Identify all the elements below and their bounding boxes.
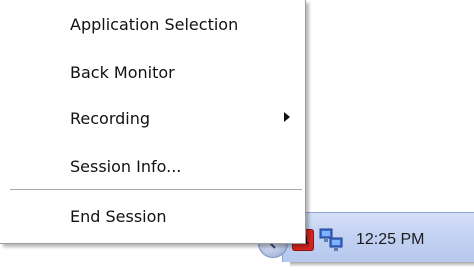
menu-item-end-session[interactable]: End Session [0,198,304,234]
menu-item-recording[interactable]: Recording [0,100,304,136]
tray-shadow [290,262,474,267]
menu-item-label: Application Selection [70,15,239,34]
menu-item-label: Session Info... [70,157,182,176]
network-connection-icon[interactable] [318,226,344,252]
menu-item-back-monitor[interactable]: Back Monitor [0,54,304,90]
menu-item-label: End Session [70,207,167,226]
menu-item-label: Back Monitor [70,63,175,82]
screen: a 12:25 PM Application Selection Back Mo… [0,0,474,275]
context-menu: Application Selection Back Monitor Recor… [0,0,306,244]
menu-separator [10,189,302,191]
submenu-arrow-icon [284,112,290,122]
menu-item-session-info[interactable]: Session Info... [0,148,304,184]
menu-item-label: Recording [70,109,151,128]
taskbar-clock[interactable]: 12:25 PM [356,231,424,249]
menu-item-application-selection[interactable]: Application Selection [0,6,304,42]
